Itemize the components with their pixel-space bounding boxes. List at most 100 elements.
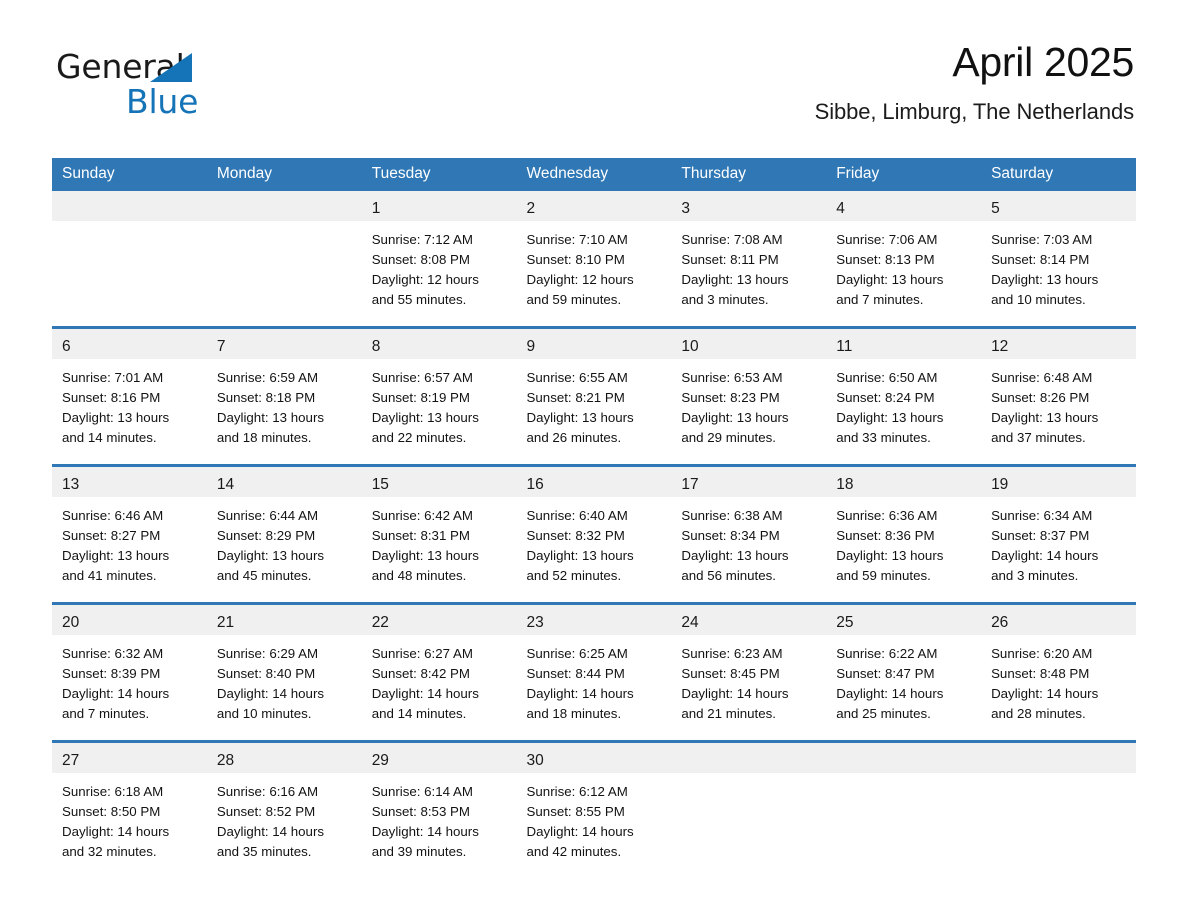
daylight-text-line1: Daylight: 13 hours	[216, 409, 325, 425]
sunrise-text: Sunrise: 6:23 AM	[681, 645, 783, 661]
sunset-text: Sunset: 8:44 PM	[526, 665, 625, 681]
day-number: 30	[516, 742, 672, 773]
calendar-week-row: 6 Sunrise: 7:01 AM Sunset: 8:16 PM Daylight…	[52, 325, 1136, 465]
day-details: Sunrise: 6:27 AM Sunset: 8:42 PM Daylight:…	[361, 634, 517, 740]
sunset-text: Sunset: 8:26 PM	[991, 389, 1090, 405]
daylight-text-line1: Daylight: 14 hours	[371, 685, 479, 701]
calendar-day-cell[interactable]: 17 Sunrise: 6:38 AM Sunset: 8:34 PM Dayligh…	[671, 463, 827, 603]
day-number: 22	[361, 604, 517, 635]
calendar-day-cell[interactable]: 3 Sunrise: 7:08 AM Sunset: 8:11 PM Daylight…	[671, 190, 827, 328]
sunset-text: Sunset: 8:48 PM	[991, 665, 1090, 681]
weekday-header-tuesday: Tuesday	[361, 158, 517, 191]
calendar-day-cell[interactable]: 9 Sunrise: 6:55 AM Sunset: 8:21 PM Daylight…	[516, 325, 672, 465]
sunset-text: Sunset: 8:53 PM	[371, 803, 470, 819]
daylight-text-line2: and 10 minutes.	[216, 706, 312, 722]
day-details	[52, 220, 207, 326]
sunset-text: Sunset: 8:36 PM	[836, 527, 935, 543]
day-details: Sunrise: 6:22 AM Sunset: 8:47 PM Daylight:…	[826, 634, 982, 740]
sunrise-text: Sunrise: 6:48 AM	[991, 369, 1093, 385]
daylight-text-line1: Daylight: 13 hours	[836, 409, 944, 425]
calendar-day-cell[interactable]: 6 Sunrise: 7:01 AM Sunset: 8:16 PM Daylight…	[52, 325, 207, 465]
day-details: Sunrise: 6:12 AM Sunset: 8:55 PM Daylight:…	[516, 772, 672, 878]
day-number: 25	[826, 604, 982, 635]
sunset-text: Sunset: 8:08 PM	[371, 251, 470, 267]
sunset-text: Sunset: 8:16 PM	[62, 389, 161, 405]
daylight-text-line1: Daylight: 13 hours	[371, 409, 479, 425]
daylight-text-line2: and 21 minutes.	[681, 706, 776, 722]
calendar-day-cell[interactable]: 25 Sunrise: 6:22 AM Sunset: 8:47 PM Dayligh…	[826, 601, 982, 741]
sunset-text: Sunset: 8:29 PM	[216, 527, 316, 543]
sunrise-text: Sunrise: 7:01 AM	[62, 369, 164, 385]
day-number	[981, 742, 1136, 773]
daylight-text-line1: Daylight: 14 hours	[216, 823, 325, 839]
sunrise-text: Sunrise: 7:10 AM	[526, 231, 628, 247]
daylight-text-line2: and 3 minutes.	[991, 568, 1079, 584]
daylight-text-line1: Daylight: 12 hours	[526, 271, 634, 287]
day-number: 24	[671, 604, 827, 635]
sunrise-text: Sunrise: 6:53 AM	[681, 369, 783, 385]
calendar-day-cell-empty	[981, 739, 1136, 878]
daylight-text-line2: and 18 minutes.	[526, 706, 622, 722]
calendar-day-cell[interactable]: 24 Sunrise: 6:23 AM Sunset: 8:45 PM Dayligh…	[671, 601, 827, 741]
daylight-text-line2: and 28 minutes.	[991, 706, 1086, 722]
sunrise-text: Sunrise: 6:42 AM	[371, 507, 473, 523]
daylight-text-line2: and 33 minutes.	[836, 430, 931, 446]
calendar-day-cell[interactable]: 10 Sunrise: 6:53 AM Sunset: 8:23 PM Dayligh…	[671, 325, 827, 465]
calendar-week-row: 13 Sunrise: 6:46 AM Sunset: 8:27 PM Dayligh…	[52, 463, 1136, 603]
calendar-week-row: 1 Sunrise: 7:12 AM Sunset: 8:08 PM Daylight…	[52, 190, 1136, 328]
calendar-day-cell[interactable]: 23 Sunrise: 6:25 AM Sunset: 8:44 PM Dayligh…	[516, 601, 672, 741]
generalblue-logo[interactable]: General Blue	[56, 50, 198, 118]
day-details	[206, 220, 362, 326]
calendar-day-cell[interactable]: 26 Sunrise: 6:20 AM Sunset: 8:48 PM Dayligh…	[981, 601, 1136, 741]
sunset-text: Sunset: 8:40 PM	[216, 665, 316, 681]
calendar-week-row: 27 Sunrise: 6:18 AM Sunset: 8:50 PM Dayligh…	[52, 739, 1136, 878]
daylight-text-line2: and 29 minutes.	[681, 430, 776, 446]
calendar-day-cell[interactable]: 2 Sunrise: 7:10 AM Sunset: 8:10 PM Daylight…	[516, 190, 672, 328]
calendar-day-cell[interactable]: 14 Sunrise: 6:44 AM Sunset: 8:29 PM Dayligh…	[206, 463, 362, 603]
calendar-day-cell[interactable]: 16 Sunrise: 6:40 AM Sunset: 8:32 PM Dayligh…	[516, 463, 672, 603]
daylight-text-line1: Daylight: 13 hours	[526, 409, 634, 425]
logo-text-general: General	[56, 50, 198, 83]
calendar-day-cell[interactable]: 18 Sunrise: 6:36 AM Sunset: 8:36 PM Dayligh…	[826, 463, 982, 603]
day-details: Sunrise: 6:34 AM Sunset: 8:37 PM Daylight:…	[981, 496, 1136, 602]
calendar-day-cell[interactable]: 30 Sunrise: 6:12 AM Sunset: 8:55 PM Dayligh…	[516, 739, 672, 878]
calendar-day-cell[interactable]: 15 Sunrise: 6:42 AM Sunset: 8:31 PM Dayligh…	[361, 463, 517, 603]
day-number: 23	[516, 604, 672, 635]
day-details: Sunrise: 6:46 AM Sunset: 8:27 PM Daylight:…	[52, 496, 207, 602]
daylight-text-line1: Daylight: 13 hours	[371, 547, 479, 563]
daylight-text-line2: and 45 minutes.	[216, 568, 312, 584]
daylight-text-line2: and 42 minutes.	[526, 844, 622, 860]
calendar-day-cell[interactable]: 7 Sunrise: 6:59 AM Sunset: 8:18 PM Daylight…	[206, 325, 362, 465]
calendar-day-cell[interactable]: 28 Sunrise: 6:16 AM Sunset: 8:52 PM Dayligh…	[206, 739, 362, 878]
day-number: 1	[361, 190, 517, 221]
day-details: Sunrise: 6:44 AM Sunset: 8:29 PM Daylight:…	[206, 496, 362, 602]
calendar-day-cell[interactable]: 20 Sunrise: 6:32 AM Sunset: 8:39 PM Dayligh…	[52, 601, 207, 741]
sunset-text: Sunset: 8:13 PM	[836, 251, 935, 267]
day-number: 6	[52, 328, 207, 359]
sunrise-text: Sunrise: 6:27 AM	[371, 645, 473, 661]
calendar-day-cell[interactable]: 5 Sunrise: 7:03 AM Sunset: 8:14 PM Daylight…	[981, 190, 1136, 328]
calendar-day-cell[interactable]: 21 Sunrise: 6:29 AM Sunset: 8:40 PM Dayligh…	[206, 601, 362, 741]
calendar-day-cell[interactable]: 4 Sunrise: 7:06 AM Sunset: 8:13 PM Daylight…	[826, 190, 982, 328]
calendar-day-cell[interactable]: 27 Sunrise: 6:18 AM Sunset: 8:50 PM Dayligh…	[52, 739, 207, 878]
daylight-text-line2: and 56 minutes.	[681, 568, 776, 584]
day-number: 14	[206, 466, 362, 497]
calendar-day-cell[interactable]: 8 Sunrise: 6:57 AM Sunset: 8:19 PM Daylight…	[361, 325, 517, 465]
sunrise-text: Sunrise: 6:59 AM	[216, 369, 319, 385]
day-number: 27	[52, 742, 207, 773]
day-details: Sunrise: 6:25 AM Sunset: 8:44 PM Daylight:…	[516, 634, 672, 740]
calendar-day-cell[interactable]: 1 Sunrise: 7:12 AM Sunset: 8:08 PM Daylight…	[361, 190, 517, 328]
calendar-day-cell[interactable]: 22 Sunrise: 6:27 AM Sunset: 8:42 PM Dayligh…	[361, 601, 517, 741]
calendar-day-cell[interactable]: 19 Sunrise: 6:34 AM Sunset: 8:37 PM Dayligh…	[981, 463, 1136, 603]
calendar-day-cell[interactable]: 13 Sunrise: 6:46 AM Sunset: 8:27 PM Dayligh…	[52, 463, 207, 603]
daylight-text-line1: Daylight: 14 hours	[371, 823, 479, 839]
weekday-header-wednesday: Wednesday	[516, 158, 672, 191]
day-number	[671, 742, 827, 773]
calendar-day-cell[interactable]: 29 Sunrise: 6:14 AM Sunset: 8:53 PM Dayligh…	[361, 739, 517, 878]
sunset-text: Sunset: 8:11 PM	[681, 251, 779, 267]
day-number: 5	[981, 190, 1136, 221]
calendar-day-cell[interactable]: 12 Sunrise: 6:48 AM Sunset: 8:26 PM Dayligh…	[981, 325, 1136, 465]
sunrise-text: Sunrise: 7:06 AM	[836, 231, 938, 247]
sunset-text: Sunset: 8:31 PM	[371, 527, 470, 543]
calendar-day-cell[interactable]: 11 Sunrise: 6:50 AM Sunset: 8:24 PM Dayligh…	[826, 325, 982, 465]
